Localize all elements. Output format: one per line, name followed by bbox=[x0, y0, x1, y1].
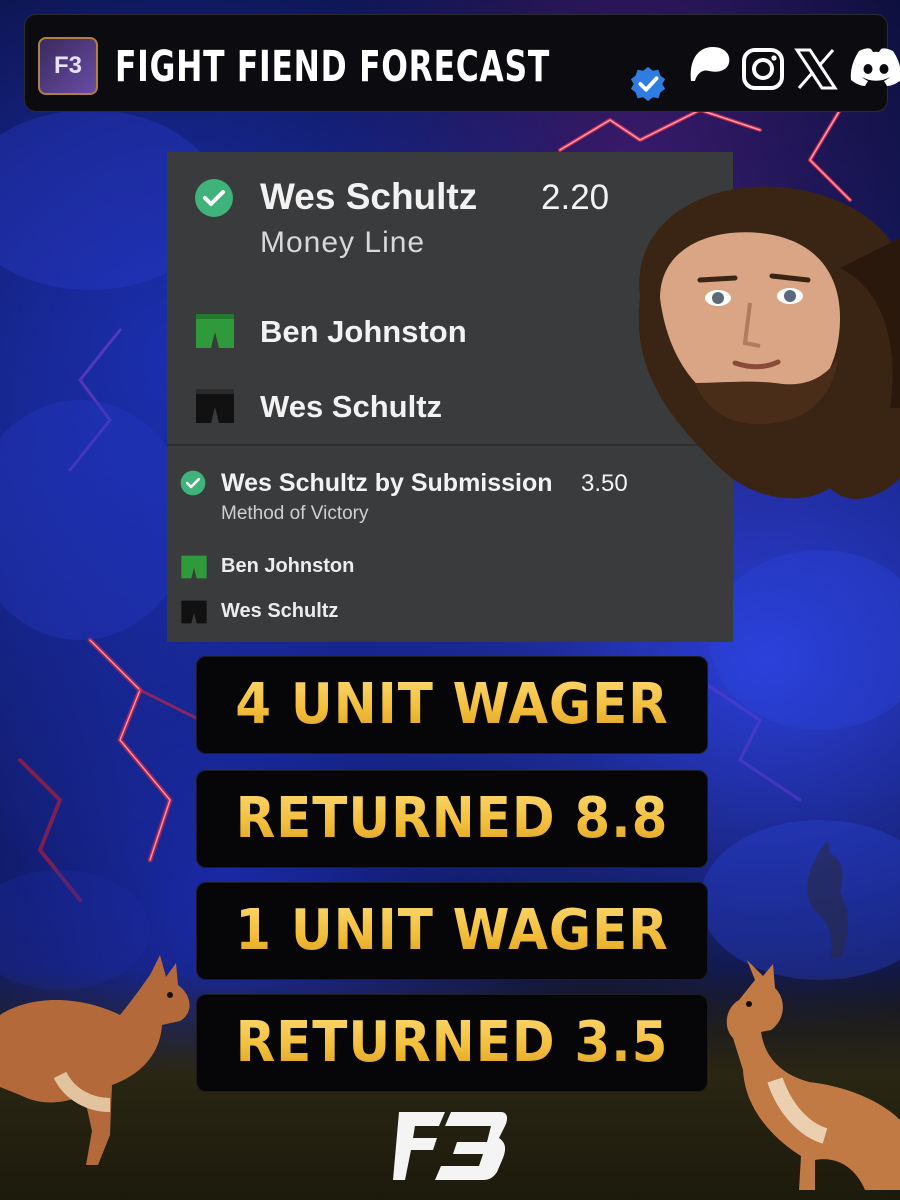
kangaroo-silhouette bbox=[807, 840, 849, 958]
instagram-icon[interactable] bbox=[741, 47, 785, 91]
check-circle-icon bbox=[180, 470, 206, 496]
fighter1-name-small: Ben Johnston bbox=[221, 555, 355, 577]
pick2-selection: Wes Schultz by Submission bbox=[221, 469, 553, 497]
pick1-selection: Wes Schultz bbox=[260, 176, 478, 217]
return-box-1: RETURNED 8.8 bbox=[196, 770, 708, 868]
kangaroo-left bbox=[0, 955, 190, 1165]
pick2-market: Method of Victory bbox=[221, 503, 369, 524]
return-text-1: RETURNED 8.8 bbox=[217, 771, 686, 867]
discord-icon[interactable] bbox=[847, 45, 900, 89]
black-shorts-icon bbox=[196, 389, 234, 423]
f3-logo-badge: F3 bbox=[38, 37, 98, 95]
fighter2-name-small: Wes Schultz bbox=[221, 600, 339, 622]
fighter1-name: Ben Johnston bbox=[260, 314, 467, 349]
header-bar: F3 FIGHT FIEND FORECAST bbox=[24, 14, 900, 112]
wager-text-1: 4 UNIT WAGER bbox=[217, 657, 686, 753]
green-shorts-icon bbox=[181, 555, 207, 579]
return-box-2: RETURNED 3.5 bbox=[196, 994, 708, 1092]
wager-text-2: 1 UNIT WAGER bbox=[217, 883, 686, 979]
pick1-market: Money Line bbox=[260, 226, 426, 259]
wager-box-1: 4 UNIT WAGER bbox=[196, 656, 708, 754]
fighter2-name: Wes Schultz bbox=[260, 389, 443, 424]
green-shorts-icon bbox=[196, 314, 234, 348]
black-shorts-icon bbox=[181, 600, 207, 624]
x-icon[interactable] bbox=[793, 47, 839, 91]
return-text-2: RETURNED 3.5 bbox=[217, 995, 686, 1091]
fighter-portrait bbox=[638, 186, 900, 499]
check-circle-icon bbox=[195, 179, 233, 217]
patreon-icon[interactable] bbox=[685, 41, 735, 85]
wager-box-2: 1 UNIT WAGER bbox=[196, 882, 708, 980]
f3-footer-logo bbox=[393, 1112, 507, 1180]
verified-badge-icon bbox=[630, 66, 666, 102]
pick1-odds: 2.20 bbox=[541, 178, 610, 217]
kangaroo-right bbox=[726, 960, 900, 1190]
brand-title: FIGHT FIEND FORECAST bbox=[115, 42, 551, 92]
